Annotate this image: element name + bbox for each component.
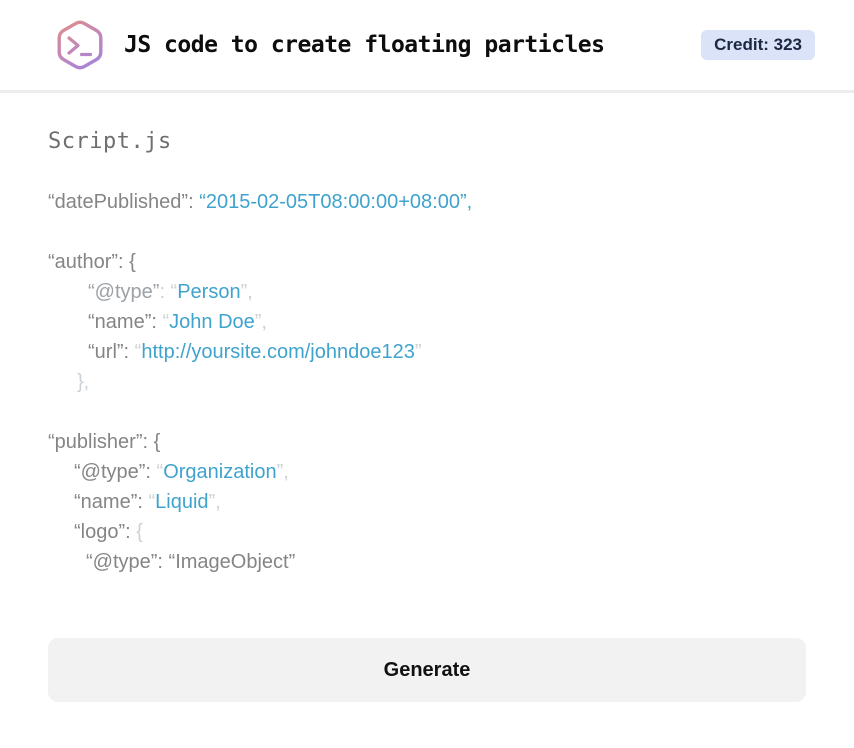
code-segment-value: Organization <box>163 461 277 483</box>
page-title: JS code to create floating particles <box>124 32 605 58</box>
code-line: “name”: “Liquid”, <box>48 487 806 517</box>
code-line: “@type”: “Organization”, <box>48 457 806 487</box>
code-segment-value: “2015-02-05T08:00:00+08:00”, <box>199 191 473 213</box>
code-segment-value: John Doe <box>169 311 255 333</box>
main-content: Script.js “datePublished”: “2015-02-05T0… <box>0 129 854 702</box>
generate-button[interactable]: Generate <box>48 638 806 702</box>
code-line: “url”: “http://yoursite.com/johndoe123” <box>48 337 806 367</box>
code-line: “publisher”: { <box>48 427 806 457</box>
code-line: “@type”: “ImageObject” <box>48 547 806 577</box>
code-segment-faint: ”, <box>276 461 289 483</box>
code-segment-value: http://yoursite.com/johndoe123 <box>141 341 415 363</box>
terminal-prompt-hexagon-icon <box>52 17 108 73</box>
code-line: }, <box>48 367 806 397</box>
script-filename: Script.js <box>48 129 172 154</box>
code-segment-key: “name”: <box>88 311 163 333</box>
code-preview: “datePublished”: “2015-02-05T08:00:00+08… <box>48 187 806 577</box>
code-segment-key: “logo”: <box>74 521 137 543</box>
code-segment-key: “name”: <box>74 491 149 513</box>
code-line: “@type”: “Person”, <box>48 277 806 307</box>
code-line: “name”: “John Doe”, <box>48 307 806 337</box>
code-segment-key: “@type”: <box>74 461 157 483</box>
code-segment-value: Liquid <box>155 491 209 513</box>
app-header: JS code to create floating particles Cre… <box>0 0 854 93</box>
code-segment-key: “url”: <box>88 341 135 363</box>
code-segment-faint: ”, <box>208 491 221 513</box>
code-line: “author”: { <box>48 247 806 277</box>
code-line: “logo”: { <box>48 517 806 547</box>
code-segment-key: “datePublished”: <box>48 191 200 213</box>
code-segment-faint: { <box>136 521 143 543</box>
code-segment-faint: ” <box>414 341 422 363</box>
code-line: “datePublished”: “2015-02-05T08:00:00+08… <box>48 187 806 217</box>
code-segment-key2: “@type” <box>88 281 160 303</box>
code-segment-key: “author”: { <box>48 251 136 273</box>
code-segment-value: Person <box>177 281 241 303</box>
code-segment-faint: ”, <box>240 281 253 303</box>
code-segment-faint: }, <box>77 371 90 393</box>
code-segment-key: “publisher”: { <box>48 431 161 453</box>
credit-badge: Credit: 323 <box>701 30 815 60</box>
code-segment-faint: ”, <box>254 311 267 333</box>
code-segment-key: “@type”: “ImageObject” <box>86 551 296 573</box>
code-segment-faint: : “ <box>159 281 178 303</box>
